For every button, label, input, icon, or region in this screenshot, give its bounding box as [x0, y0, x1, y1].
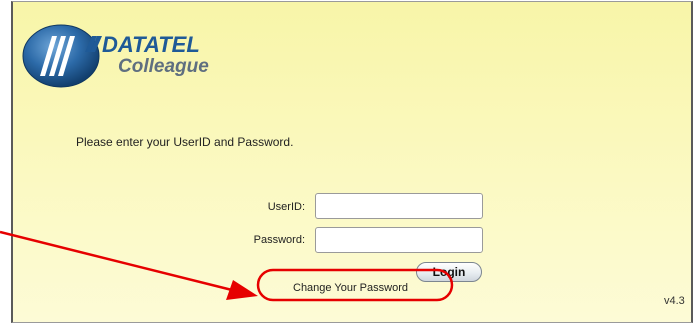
userid-label: UserID:	[267, 201, 305, 213]
datatel-colleague-logo: DATATEL Colleague	[22, 24, 209, 88]
globe-icon	[22, 24, 100, 88]
change-password-link[interactable]: Change Your Password	[293, 282, 408, 294]
login-instructions: Please enter your UserID and Password.	[76, 135, 294, 149]
password-label: Password:	[253, 234, 305, 246]
userid-input[interactable]	[315, 193, 483, 219]
login-button[interactable]: Login	[416, 262, 482, 282]
logo-product-text: Colleague	[118, 56, 209, 77]
logo-brand-text: DATATEL	[102, 32, 200, 57]
version-label: v4.3	[664, 295, 685, 307]
password-input[interactable]	[315, 227, 483, 253]
